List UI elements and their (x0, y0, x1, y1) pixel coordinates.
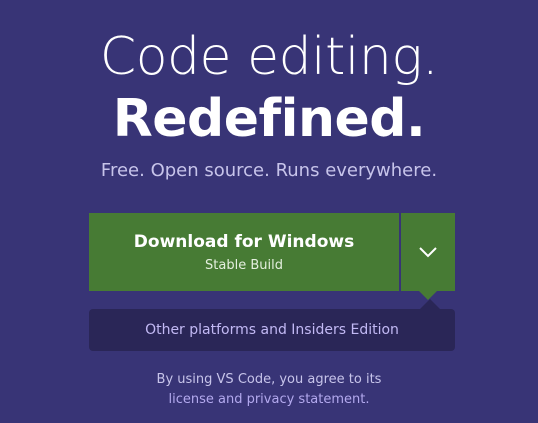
hero-subtitle: Free. Open source. Runs everywhere. (100, 160, 438, 181)
terms-text: By using VS Code, you agree to its (156, 372, 382, 387)
terms-link-row: license and privacy statement. (0, 391, 538, 409)
download-build-label: Stable Build (205, 257, 283, 273)
download-button[interactable]: Download for Windows Stable Build (89, 213, 399, 291)
hero-section: Code editing. Redefined. Free. Open sour… (0, 0, 538, 423)
headline-line-1: Code editing. (99, 27, 439, 87)
other-platforms-link[interactable]: Other platforms and Insiders Edition (145, 322, 399, 338)
download-options-toggle[interactable] (401, 213, 455, 291)
headline-line-2: Redefined. (112, 89, 426, 149)
download-button-label: Download for Windows (133, 231, 355, 252)
download-options-panel: Other platforms and Insiders Edition (89, 309, 455, 351)
chevron-down-icon (419, 246, 437, 257)
dropdown-pointer (420, 299, 440, 309)
license-privacy-link[interactable]: license and privacy statement. (168, 392, 369, 407)
